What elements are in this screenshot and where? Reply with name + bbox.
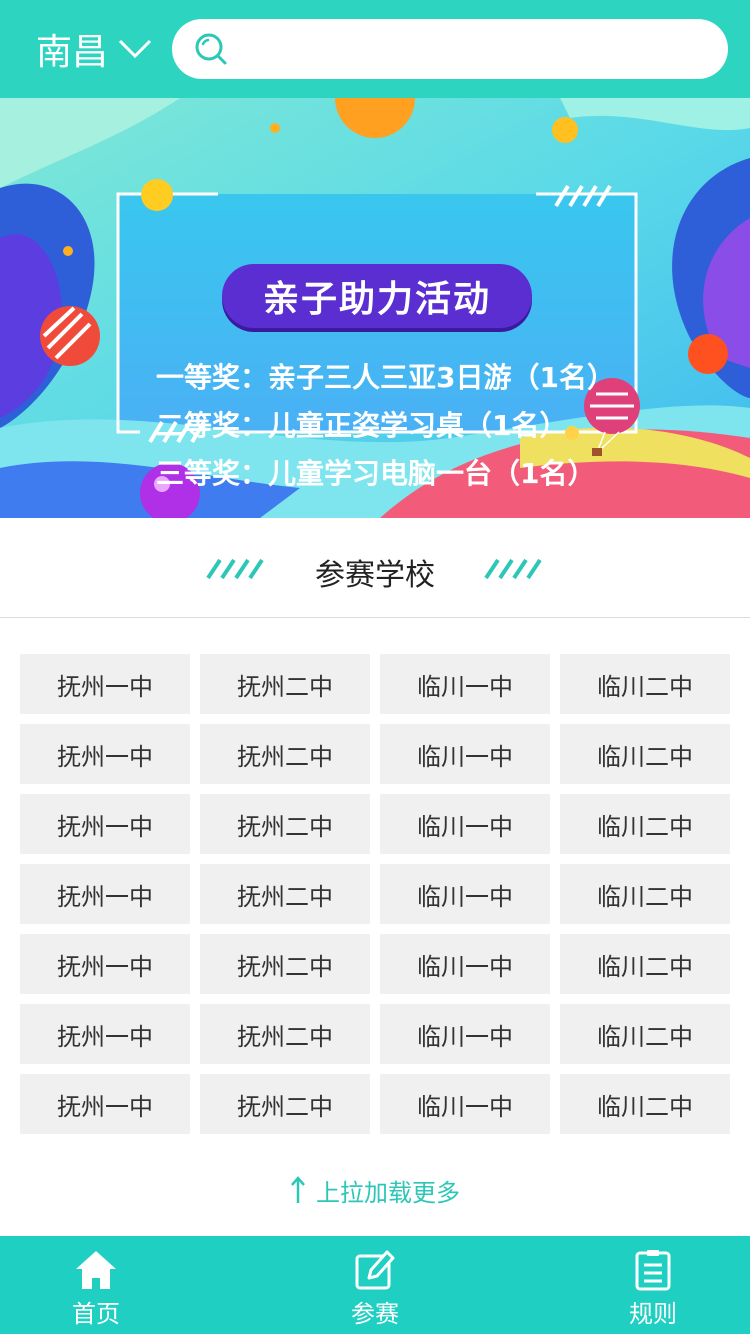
school-cell[interactable]: 抚州二中 bbox=[200, 1074, 370, 1134]
load-more-label: 上拉加载更多 bbox=[316, 1178, 460, 1207]
banner-title: 亲子助力活动 bbox=[222, 264, 532, 328]
activity-banner[interactable]: 亲子助力活动 一等奖：亲子三人三亚3日游（1名） 二等奖：儿童正姿学习桌（1名）… bbox=[0, 98, 750, 518]
city-label: 南昌 bbox=[36, 32, 109, 73]
bottom-tab-bar: 首页 参赛 规则 bbox=[0, 1236, 750, 1334]
school-cell[interactable]: 临川二中 bbox=[560, 654, 730, 714]
school-cell[interactable]: 临川一中 bbox=[380, 724, 550, 784]
school-cell[interactable]: 临川二中 bbox=[560, 794, 730, 854]
search-bar[interactable] bbox=[172, 19, 728, 79]
school-grid: 抚州一中 抚州二中 临川一中 临川二中 抚州一中 抚州二中 临川一中 临川二中 … bbox=[20, 654, 730, 1144]
school-row: 抚州一中 抚州二中 临川一中 临川二中 bbox=[20, 864, 730, 924]
school-cell[interactable]: 临川一中 bbox=[380, 794, 550, 854]
prize-third: 三等奖：儿童学习电脑一台（1名） bbox=[156, 457, 596, 490]
tab-home-label: 首页 bbox=[72, 1300, 120, 1328]
school-cell[interactable]: 抚州二中 bbox=[200, 1004, 370, 1064]
prize-second: 二等奖：儿童正姿学习桌（1名） bbox=[156, 409, 568, 442]
school-cell[interactable]: 临川二中 bbox=[560, 724, 730, 784]
section-header: 参赛学校 bbox=[0, 518, 750, 618]
home-icon bbox=[76, 1251, 116, 1289]
school-row: 抚州一中 抚州二中 临川一中 临川二中 bbox=[20, 1004, 730, 1064]
school-cell[interactable]: 临川二中 bbox=[560, 864, 730, 924]
school-cell[interactable]: 抚州二中 bbox=[200, 864, 370, 924]
school-cell[interactable]: 临川一中 bbox=[380, 1074, 550, 1134]
edit-icon bbox=[355, 1250, 395, 1290]
arrow-up-icon bbox=[291, 1176, 305, 1203]
school-cell[interactable]: 抚州一中 bbox=[20, 654, 190, 714]
school-cell[interactable]: 临川一中 bbox=[380, 864, 550, 924]
tab-rules[interactable]: 规则 bbox=[593, 1236, 713, 1334]
chevron-down-icon bbox=[118, 39, 152, 59]
tab-compete[interactable]: 参赛 bbox=[315, 1236, 435, 1334]
school-row: 抚州一中 抚州二中 临川一中 临川二中 bbox=[20, 794, 730, 854]
slash-decoration-left bbox=[206, 558, 264, 580]
list-icon bbox=[635, 1250, 671, 1291]
school-cell[interactable]: 抚州一中 bbox=[20, 864, 190, 924]
school-cell[interactable]: 抚州二中 bbox=[200, 794, 370, 854]
school-cell[interactable]: 抚州一中 bbox=[20, 724, 190, 784]
prize-first: 一等奖：亲子三人三亚3日游（1名） bbox=[156, 361, 615, 394]
search-icon bbox=[195, 33, 227, 65]
school-cell[interactable]: 临川二中 bbox=[560, 934, 730, 994]
school-cell[interactable]: 抚州二中 bbox=[200, 654, 370, 714]
load-more-hint[interactable]: 上拉加载更多 bbox=[0, 1170, 750, 1210]
top-header: 南昌 bbox=[0, 0, 750, 98]
slash-decoration-right bbox=[484, 558, 542, 580]
school-cell[interactable]: 抚州一中 bbox=[20, 1004, 190, 1064]
school-cell[interactable]: 临川二中 bbox=[560, 1074, 730, 1134]
tab-rules-label: 规则 bbox=[629, 1300, 677, 1328]
school-cell[interactable]: 临川一中 bbox=[380, 654, 550, 714]
school-cell[interactable]: 抚州一中 bbox=[20, 1074, 190, 1134]
school-cell[interactable]: 临川一中 bbox=[380, 1004, 550, 1064]
section-title: 参赛学校 bbox=[315, 558, 435, 593]
school-row: 抚州一中 抚州二中 临川一中 临川二中 bbox=[20, 724, 730, 784]
search-input[interactable] bbox=[242, 29, 712, 69]
tab-home[interactable]: 首页 bbox=[36, 1236, 156, 1334]
tab-compete-label: 参赛 bbox=[351, 1300, 399, 1328]
school-cell[interactable]: 抚州一中 bbox=[20, 794, 190, 854]
school-row: 抚州一中 抚州二中 临川一中 临川二中 bbox=[20, 934, 730, 994]
school-row: 抚州一中 抚州二中 临川一中 临川二中 bbox=[20, 1074, 730, 1134]
school-cell[interactable]: 抚州二中 bbox=[200, 724, 370, 784]
school-row: 抚州一中 抚州二中 临川一中 临川二中 bbox=[20, 654, 730, 714]
school-cell[interactable]: 抚州一中 bbox=[20, 934, 190, 994]
city-selector[interactable]: 南昌 bbox=[36, 26, 152, 73]
school-cell[interactable]: 临川一中 bbox=[380, 934, 550, 994]
school-cell[interactable]: 临川二中 bbox=[560, 1004, 730, 1064]
school-cell[interactable]: 抚州二中 bbox=[200, 934, 370, 994]
